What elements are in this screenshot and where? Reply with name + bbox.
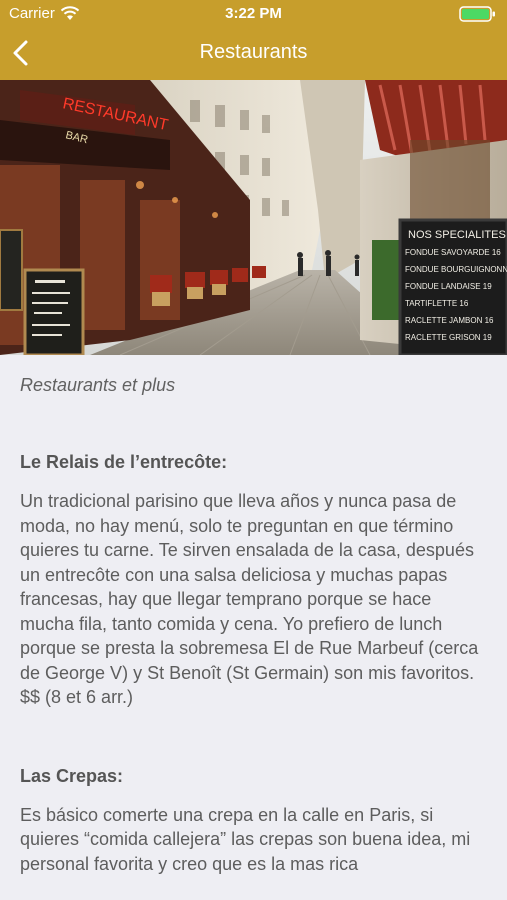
hero-menu-board-item: FONDUE BOURGUIGNONNE 19 (405, 265, 507, 274)
section-title-relais: Le Relais de l’entrecôte: (20, 452, 228, 472)
street-scene-image: RESTAURANT BAR NOS SPECIALITES FONDUE SA… (0, 80, 507, 355)
hero-menu-board-item: RACLETTE JAMBON 16 (405, 316, 494, 325)
status-bar: Carrier 3:22 PM (0, 0, 507, 28)
status-time: 3:22 PM (225, 5, 282, 22)
page-title: Restaurants (199, 41, 308, 63)
battery-icon (459, 6, 495, 22)
section-text-crepas: Es básico comerte una crepa en la calle … (20, 804, 471, 874)
hero-photo: RESTAURANT BAR NOS SPECIALITES FONDUE SA… (0, 80, 507, 355)
hero-menu-board-item: FONDUE SAVOYARDE 16 (405, 248, 501, 257)
hero-menu-board-item: RACLETTE GRISON 19 (405, 333, 492, 342)
article-subtitle: Restaurants et plus (20, 375, 176, 395)
section-text-relais: Un tradicional parisino que lleva años y… (20, 491, 479, 707)
hero-menu-board-item: FONDUE LANDAISE 19 (405, 282, 492, 291)
hero-menu-board-item: TARTIFLETTE 16 (405, 299, 469, 308)
navigation-bar: Restaurants (0, 28, 507, 80)
section-title-crepas: Las Crepas: (20, 765, 124, 786)
hero-menu-board-title: NOS SPECIALITES (408, 229, 506, 241)
article-content: Restaurants et plus Le Relais de l’entre… (20, 355, 490, 876)
